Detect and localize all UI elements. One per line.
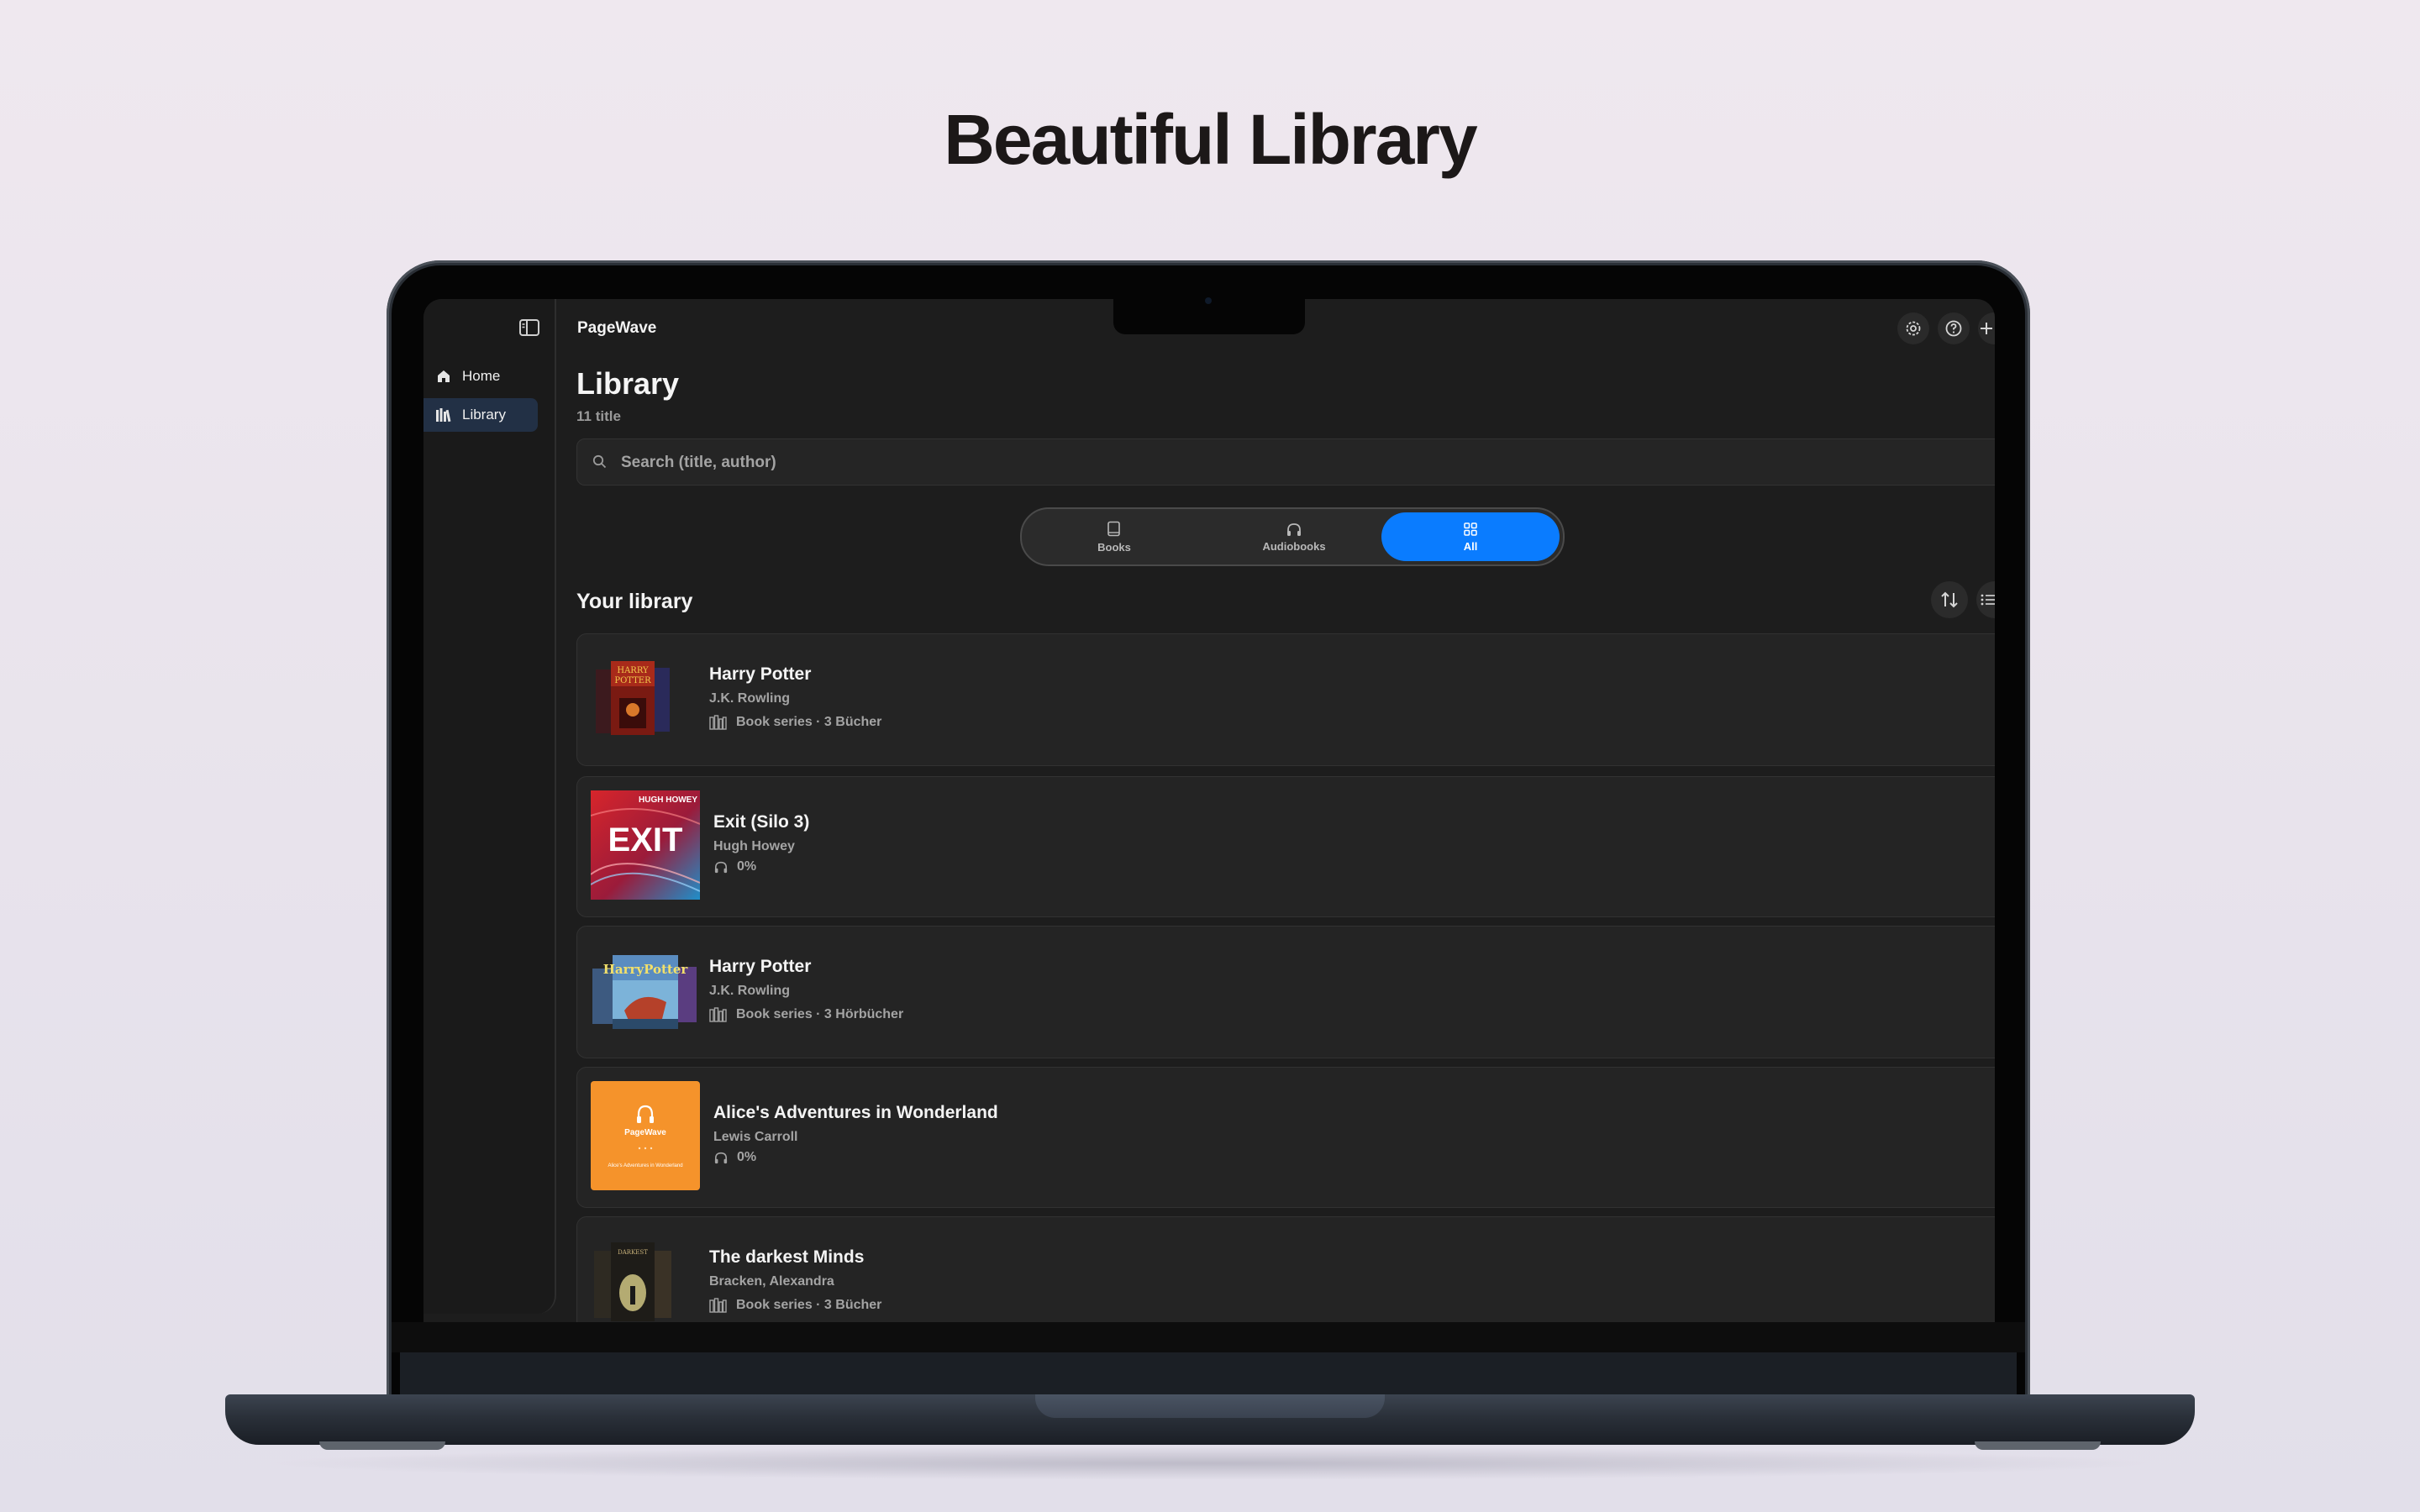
item-title: The darkest Minds [709,1247,865,1267]
item-title: Harry Potter [709,664,812,684]
item-meta: Book series · 3 Bücher [709,715,881,730]
list-icon [1981,594,1995,606]
list-item[interactable]: EXIT HUGH HOWEY Exit (Silo 3) Hugh Howey… [576,776,1995,917]
sidebar-item-label: Library [462,407,506,423]
library-icon [709,1298,727,1313]
item-meta: Book series · 3 Bücher [709,1298,881,1313]
sort-button[interactable] [1931,581,1968,618]
floor-shadow [252,1446,2168,1480]
sidebar: Home Library [424,299,556,1314]
tab-books[interactable]: Books [1025,512,1203,561]
book-series-cover: HARRY POTTER [591,659,675,743]
item-title: Harry Potter [709,957,812,976]
title-count: 11 title [576,408,621,424]
cover-brand: PageWave [624,1128,666,1137]
svg-text:POTTER: POTTER [614,676,651,685]
list-item[interactable]: HarryPotter Harry Potter J.K. Rowling Bo… [576,926,1995,1058]
tab-label: Books [1097,540,1131,554]
item-meta-text: Book series · 3 Bücher [736,715,882,729]
tab-label: Audiobooks [1262,539,1326,553]
sidebar-item-home[interactable]: Home [424,360,538,393]
item-author: Hugh Howey [713,839,795,853]
sort-arrows-icon [1941,591,1958,608]
library-icon [435,407,452,423]
headphones-icon [714,861,728,874]
media-filter-segmented-control: Books Audiobooks All [1020,507,1565,566]
view-mode-button[interactable] [1976,581,1995,618]
book-icon [1107,521,1120,536]
sidebar-item-label: Home [462,368,501,384]
grid-icon [1464,522,1477,536]
cover-caption: Alice's Adventures in Wonderland [608,1163,682,1168]
laptop-foot-right [1975,1441,2101,1450]
cover-author: HUGH HOWEY [639,795,697,805]
app-window: Home Library PageWave Library 11 title S… [424,299,1995,1322]
book-cover: EXIT HUGH HOWEY [590,790,701,904]
section-title: Your library [576,590,693,613]
list-item[interactable]: PageWave Alice's Adventures in Wonderlan… [576,1067,1995,1208]
item-author: Bracken, Alexandra [709,1274,834,1289]
sidebar-toggle-icon[interactable] [519,319,539,336]
item-author: J.K. Rowling [709,691,790,706]
book-series-cover: HarryPotter [591,952,700,1035]
svg-text:HarryPotter: HarryPotter [603,962,689,977]
headphones-icon [714,1152,728,1164]
section-actions [1931,581,1995,618]
tab-label: All [1463,539,1478,553]
svg-text:DARKEST: DARKEST [618,1249,648,1256]
search-icon [592,454,607,473]
item-meta: Book series · 3 Hörbücher [709,1007,903,1022]
item-title: Exit (Silo 3) [713,812,810,832]
item-meta-text: Book series · 3 Hörbücher [736,1007,904,1021]
tab-all[interactable]: All [1381,512,1560,561]
search-bar [576,438,1995,486]
laptop-base-notch [1035,1394,1385,1418]
house-icon [435,368,452,385]
book-cover: PageWave Alice's Adventures in Wonderlan… [591,1081,700,1190]
list-item[interactable]: HARRY POTTER Harry Potter J.K. Rowling B… [576,633,1995,766]
item-author: Lewis Carroll [713,1130,798,1144]
laptop-chin [392,1322,2025,1352]
page-title: Library [576,366,680,401]
list-item[interactable]: DARKEST The darkest Minds Bracken, Alexa… [576,1216,1995,1322]
headphones-icon [1287,522,1301,536]
book-series-cover: DARKEST [591,1239,675,1322]
item-meta-text: Book series · 3 Bücher [736,1298,882,1312]
library-icon [709,1007,727,1022]
laptop-hinge [400,1352,2017,1394]
item-author: J.K. Rowling [709,984,790,998]
cover-title: EXIT [608,822,683,858]
tab-audiobooks[interactable]: Audiobooks [1205,512,1383,561]
item-progress: 0% [737,1150,757,1164]
library-icon [709,715,727,730]
svg-text:HARRY: HARRY [617,666,649,675]
sidebar-item-library[interactable]: Library [424,398,538,432]
camera-dot [1205,297,1212,304]
main-content: Library 11 title Books Audiobooks All Yo… [573,299,1995,1322]
item-meta: 0% [713,1150,756,1165]
search-input[interactable] [619,439,1967,486]
item-progress: 0% [737,859,757,874]
item-meta: 0% [713,859,756,874]
item-title: Alice's Adventures in Wonderland [713,1103,998,1122]
camera-notch [1113,299,1305,334]
page-headline: Beautiful Library [944,100,1477,179]
laptop-foot-left [319,1441,445,1450]
